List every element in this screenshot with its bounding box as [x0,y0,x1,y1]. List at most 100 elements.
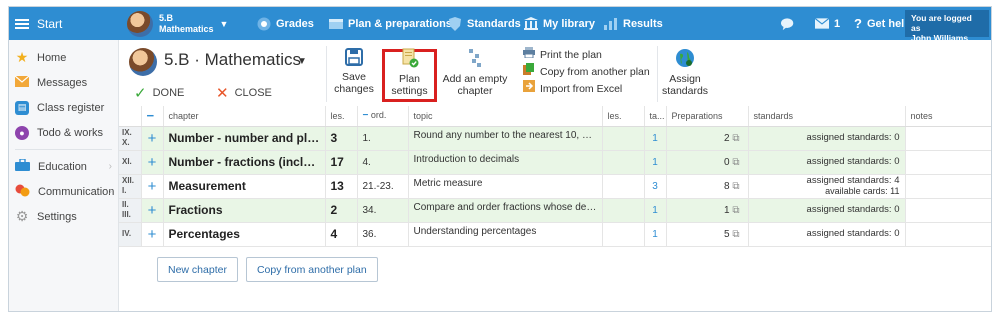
topic-cell[interactable]: Compare and order fractions whose denom.… [408,198,603,223]
menu-grades[interactable]: Grades [257,7,314,40]
months-cell: XI. [119,150,142,175]
standards-cell[interactable]: assigned standards: 0 [748,198,906,223]
preparations-cell[interactable]: 5 ⧉ [666,222,749,247]
column-header-order[interactable]: − ord. [357,106,409,127]
topic-cell[interactable]: Round any number to the nearest 10, 100,… [408,126,603,151]
sidebar-item-settings[interactable]: ⚙ Settings [9,204,118,229]
printer-icon [523,47,535,63]
expand-icon[interactable]: + [141,198,164,223]
notes-cell[interactable] [905,126,991,151]
column-header-tasks[interactable]: ta... [644,106,667,127]
lessons-cell[interactable]: 17 [325,150,358,175]
done-button[interactable]: ✓ DONE [134,84,184,102]
standards-cell[interactable]: assigned standards: 0 [748,126,906,151]
copy-plan-link[interactable]: Copy from another plan [523,63,650,80]
sidebar-item-messages[interactable]: Messages [9,70,118,95]
menu-results[interactable]: Results [604,7,663,40]
expand-icon[interactable]: + [141,174,164,199]
new-chapter-button[interactable]: New chapter [157,257,238,282]
menu-library[interactable]: My library [524,7,595,40]
tasks-cell[interactable]: 1 [644,198,667,223]
lessons-cell[interactable]: 3 [325,126,358,151]
tasks-cell[interactable]: 1 [644,222,667,247]
chapter-cell[interactable]: Measurement [163,174,326,199]
standards-cell[interactable]: assigned standards: 0 [748,222,906,247]
table-row[interactable]: IV. + Percentages 4 36. Understanding percent… [119,222,991,247]
assigned-standards: assigned standards: 0 [806,204,900,215]
tasks-cell[interactable]: 1 [644,150,667,175]
user-box[interactable]: You are logged as John Williams [905,10,989,43]
preparations-cell[interactable]: 1 ⧉ [666,198,749,223]
column-header-preparations[interactable]: Preparations [666,106,749,127]
menu-standards-label: Standards [467,17,521,30]
start-menu-button[interactable]: Start [9,7,119,40]
sidebar-item-class-register[interactable]: ▤ Class register [9,95,118,120]
topic-cell[interactable]: Introduction to decimals [408,150,603,175]
save-label-2: changes [334,83,374,95]
expand-icon[interactable]: + [141,126,164,151]
close-icon: ✕ [216,85,229,102]
column-header-topic-lessons[interactable]: les. [602,106,645,127]
table-row[interactable]: II. III. + Fractions 2 34. Compare and order … [119,198,991,223]
menu-standards[interactable]: Standards [448,7,521,40]
column-header-lessons[interactable]: les. [325,106,358,127]
chapter-cell[interactable]: Percentages [163,222,326,247]
menu-plan[interactable]: Plan & preparations [329,7,452,40]
collapse-all-button[interactable]: − [141,106,164,127]
column-header-topic[interactable]: topic [408,106,603,127]
copy-from-plan-button[interactable]: Copy from another plan [245,257,378,282]
sidebar-item-todo[interactable]: ● Todo & works [9,120,118,145]
expand-icon[interactable]: + [141,150,164,175]
sidebar-item-communication[interactable]: Communication › [9,179,118,204]
column-header-standards[interactable]: standards [748,106,906,127]
preparations-cell[interactable]: 2 ⧉ [666,126,749,151]
notes-cell[interactable] [905,150,991,175]
topic-cell[interactable]: Understanding percentages [408,222,603,247]
menu-grades-label: Grades [276,17,314,30]
lessons-cell[interactable]: 13 [325,174,358,199]
import-excel-link[interactable]: Import from Excel [523,80,650,97]
lessons-cell[interactable]: 4 [325,222,358,247]
notes-cell[interactable] [905,174,991,199]
months-cell: II. III. [119,198,142,223]
save-changes-button[interactable]: Save changes [333,48,375,95]
print-plan-link[interactable]: Print the plan [523,47,650,63]
plan-settings-button[interactable]: Plan settings [385,48,434,97]
menu-results-label: Results [623,17,663,30]
preparations-cell[interactable]: 8 ⧉ [666,174,749,199]
months-cell: IV. [119,222,142,247]
chat-button[interactable] [781,7,795,40]
notes-cell[interactable] [905,198,991,223]
add-empty-chapter-button[interactable]: Add an empty chapter [439,48,511,97]
topic-cell[interactable]: Metric measure [408,174,603,199]
months-text: II. III. [122,200,131,219]
assign-standards-button[interactable]: Assign standards [659,48,711,97]
tasks-cell[interactable]: 3 [644,174,667,199]
table-row[interactable]: XII. I. + Measurement 13 21.-23. Metric measu… [119,174,991,199]
chapter-cell[interactable]: Number - number and plac... [163,126,326,151]
chapter-cell[interactable]: Number - fractions (includ... [163,150,326,175]
sidebar-item-home[interactable]: ★ Home [9,45,118,70]
preparations-cell[interactable]: 0 ⧉ [666,150,749,175]
class-selector[interactable]: 5.B Mathematics ▼ [127,10,228,38]
notes-cell[interactable] [905,222,991,247]
standards-cell[interactable]: assigned standards: 0 [748,150,906,175]
table-row[interactable]: IX. X. + Number - number and plac... 3 1. Rou… [119,126,991,151]
sidebar-divider [15,149,112,150]
standards-cell[interactable]: assigned standards: 4 available cards: 11 [748,174,906,199]
column-header-notes[interactable]: notes [905,106,991,127]
expand-icon[interactable]: + [141,222,164,247]
sidebar-item-label: Todo & works [37,126,104,139]
chapter-cell[interactable]: Fractions [163,198,326,223]
sidebar-item-education[interactable]: Education › [9,154,118,179]
title-dropdown-caret-icon[interactable]: ▼ [297,56,307,67]
mail-button[interactable]: 1 [815,7,840,40]
column-header-chapter[interactable]: chapter [163,106,326,127]
lessons-cell[interactable]: 2 [325,198,358,223]
help-button[interactable]: ? Get help [854,7,911,40]
close-button[interactable]: ✕ CLOSE [216,84,272,102]
plan-actions: Print the plan Copy from another plan Im… [523,47,650,97]
table-row[interactable]: XI. + Number - fractions (includ... 17 4. Int… [119,150,991,175]
tasks-cell[interactable]: 1 [644,126,667,151]
app-window: Start 5.B Mathematics ▼ Grades Plan & pr… [8,6,992,312]
